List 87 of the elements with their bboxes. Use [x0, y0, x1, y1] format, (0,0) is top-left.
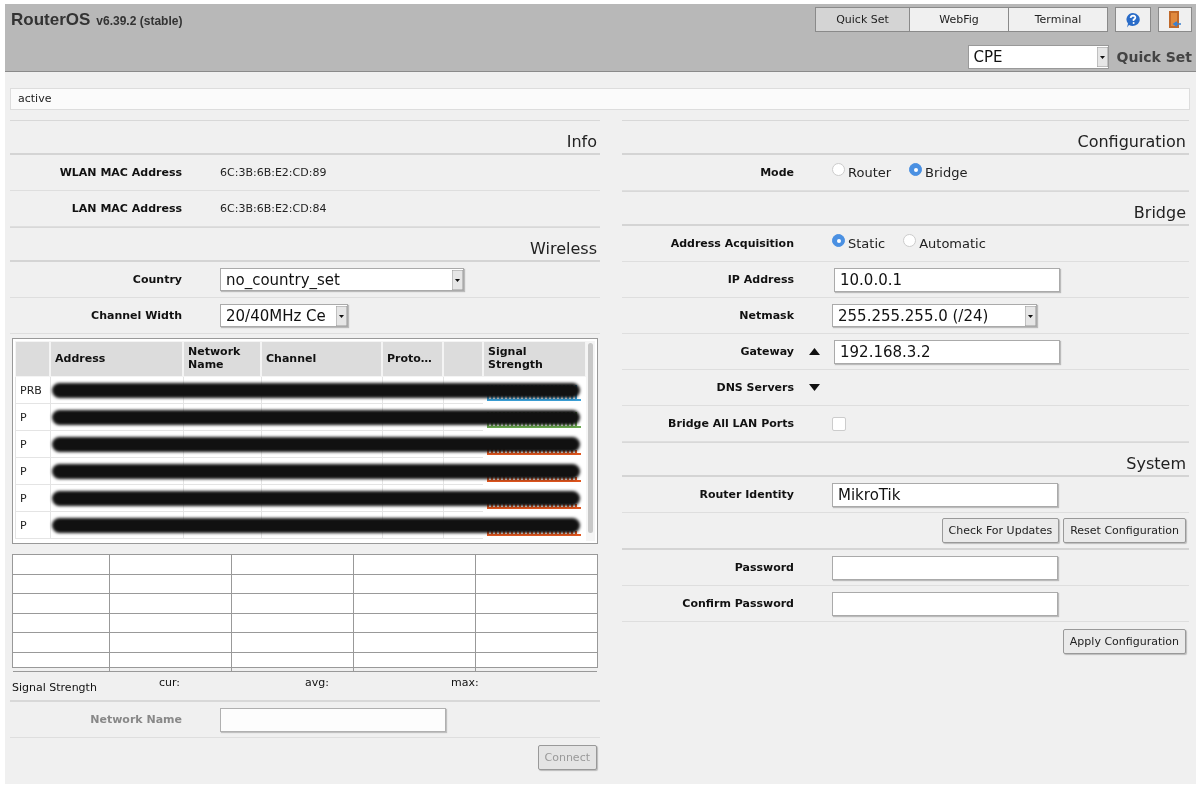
- table-cell: [382, 377, 443, 404]
- password-field[interactable]: [832, 555, 1058, 580]
- field-label: Network Name: [89, 713, 182, 726]
- input-field[interactable]: 192.168.3.2: [834, 339, 1060, 364]
- section-title: Configuration: [1077, 132, 1186, 151]
- section-title: System: [1126, 454, 1186, 473]
- column-header[interactable]: Signal Strength: [483, 341, 586, 377]
- action-button[interactable]: Reset Configuration: [1063, 518, 1186, 543]
- section-title: Bridge: [1133, 203, 1186, 222]
- connect-button: Connect: [537, 744, 597, 770]
- field-label: Gateway: [739, 345, 794, 358]
- input-field[interactable]: MikroTik: [832, 482, 1058, 507]
- field-label: Mode: [759, 166, 794, 179]
- field-label: IP Address: [726, 273, 794, 286]
- help-button[interactable]: [1115, 7, 1151, 32]
- radio-option[interactable]: Router: [832, 165, 892, 180]
- table-cell: [382, 404, 443, 431]
- page-title: Quick Set: [1116, 49, 1192, 65]
- scrollbar-thumb[interactable]: [588, 343, 593, 533]
- table-cell: [382, 458, 443, 485]
- input-field[interactable]: 10.0.0.1: [834, 267, 1060, 292]
- table-cell: PRB: [15, 377, 50, 404]
- section-title: Info: [566, 132, 597, 151]
- field-label: WLAN MAC Address: [58, 166, 182, 179]
- stat-label: max:: [451, 676, 480, 689]
- column-header[interactable]: [15, 341, 50, 377]
- radio-option[interactable]: Static: [832, 236, 886, 251]
- table-cell: [382, 512, 443, 539]
- table-cell: [443, 458, 483, 485]
- table-cell: P: [15, 404, 50, 431]
- field-label: LAN MAC Address: [70, 202, 182, 215]
- apply-button[interactable]: Apply Configuration: [1062, 628, 1186, 654]
- version-label: v6.39.2 (stable): [96, 14, 183, 28]
- table-cell: [443, 485, 483, 512]
- mode-select[interactable]: CPE: [967, 45, 1109, 69]
- column-header[interactable]: Proto…: [382, 341, 443, 377]
- dropdown-caret-icon: [336, 305, 347, 326]
- field-label: Channel Width: [90, 309, 182, 322]
- column-header[interactable]: [443, 341, 483, 377]
- table-cell: [382, 431, 443, 458]
- table-cell: P: [15, 458, 50, 485]
- door-icon: [1168, 10, 1182, 29]
- help-icon: [1125, 11, 1141, 28]
- field-label: Password: [733, 561, 794, 574]
- field-label: Country: [131, 273, 182, 286]
- field-label: Confirm Password: [681, 597, 794, 610]
- table-cell: [443, 377, 483, 404]
- nav-tab[interactable]: WebFig: [909, 7, 1009, 32]
- field-label: Signal Strength: [12, 681, 98, 694]
- password-field[interactable]: [832, 591, 1058, 616]
- logout-button[interactable]: [1158, 7, 1192, 32]
- radio-option[interactable]: Bridge: [909, 165, 968, 180]
- column-header[interactable]: Channel: [261, 341, 382, 377]
- status-field: active: [10, 88, 1190, 110]
- radio-option[interactable]: Automatic: [903, 236, 986, 251]
- expand-arrow-icon[interactable]: [808, 384, 820, 391]
- section-title: Wireless: [530, 239, 597, 258]
- dropdown-caret-icon: [1096, 47, 1108, 67]
- table-cell: [382, 485, 443, 512]
- stat-label: avg:: [305, 676, 330, 689]
- brand-name: RouterOS: [11, 10, 91, 30]
- table-cell: [443, 512, 483, 539]
- select-field[interactable]: 255.255.255.0 (/24): [832, 304, 1037, 327]
- select-field[interactable]: 20/40MHz Ce: [220, 304, 348, 327]
- dropdown-caret-icon: [452, 269, 463, 290]
- collapse-arrow-icon[interactable]: [808, 348, 820, 355]
- table-cell: P: [15, 485, 50, 512]
- checkbox[interactable]: [832, 416, 846, 431]
- table-cell: [443, 404, 483, 431]
- stat-label: cur:: [159, 676, 182, 689]
- field-label: Bridge All LAN Ports: [667, 417, 794, 430]
- table-cell: [443, 431, 483, 458]
- field-label: DNS Servers: [715, 381, 794, 394]
- field-value: 6C:3B:6B:E2:CD:84: [220, 202, 327, 215]
- field-label: Netmask: [738, 309, 794, 322]
- nav-tab[interactable]: Quick Set: [815, 7, 910, 32]
- select-field[interactable]: no_country_set: [220, 268, 464, 291]
- dropdown-caret-icon: [1025, 305, 1036, 326]
- field-value: 6C:3B:6B:E2:CD:89: [220, 166, 327, 179]
- nav-tab[interactable]: Terminal: [1008, 7, 1108, 32]
- action-button[interactable]: Check For Updates: [941, 518, 1060, 543]
- field-label: Router Identity: [698, 488, 794, 501]
- column-header[interactable]: Network Name: [183, 341, 261, 377]
- column-header[interactable]: Address: [50, 341, 183, 377]
- table-cell: P: [15, 512, 50, 539]
- field-label: Address Acquisition: [669, 237, 794, 250]
- table-cell: P: [15, 431, 50, 458]
